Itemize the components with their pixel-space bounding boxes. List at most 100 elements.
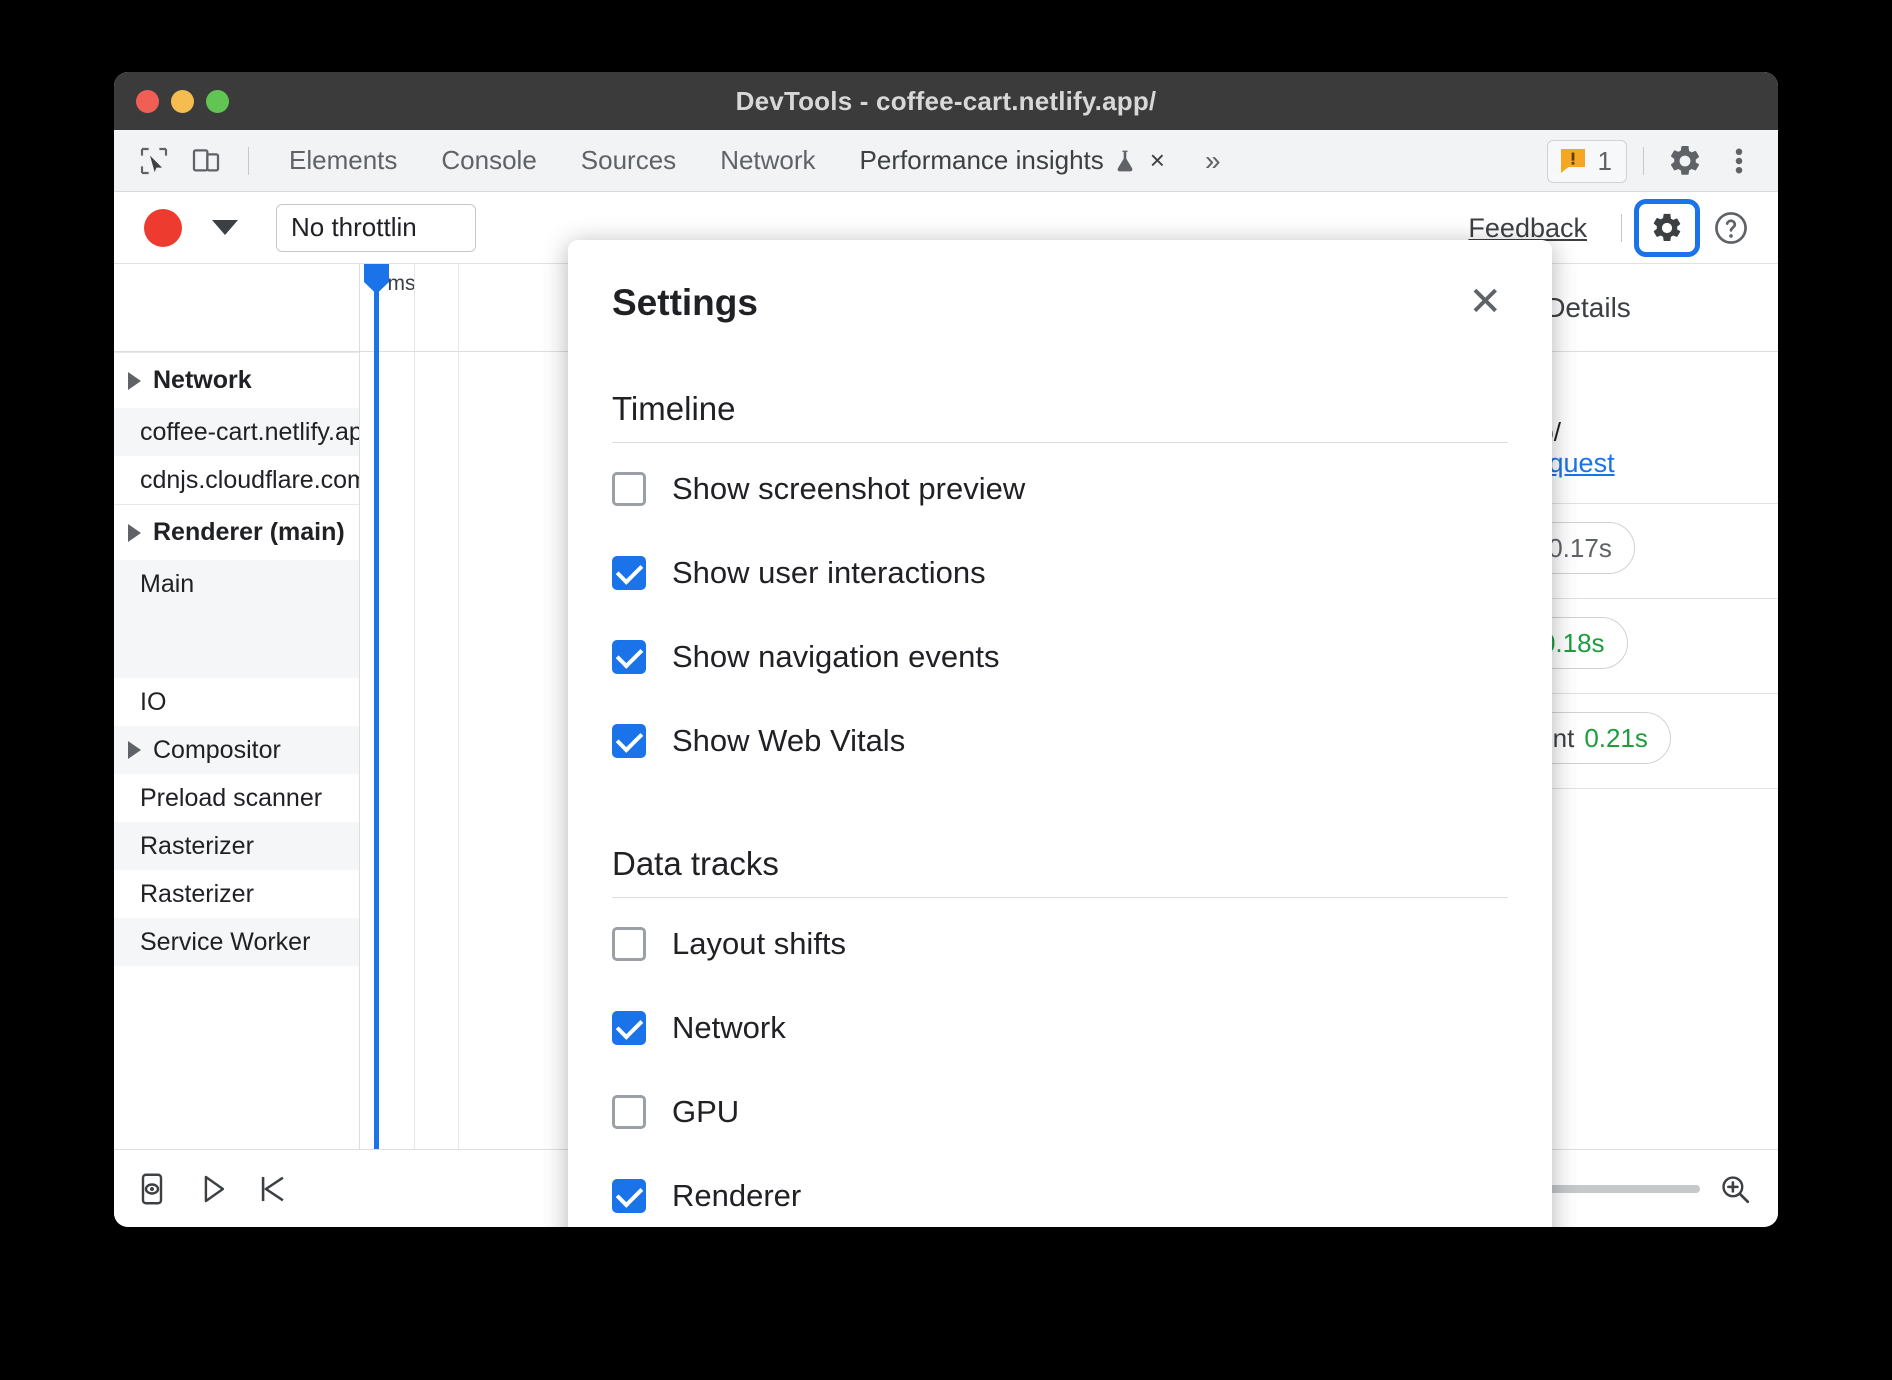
track-row-preload-scanner[interactable]: Preload scanner [114, 774, 359, 822]
settings-dialog-header: Settings ✕ [612, 240, 1508, 324]
play-icon[interactable] [196, 1172, 230, 1206]
chevron-down-icon[interactable] [212, 220, 238, 235]
feedback-link[interactable]: Feedback [1468, 213, 1587, 244]
close-window-button[interactable] [136, 90, 159, 113]
checkbox-show-navigation-events[interactable]: Show navigation events [612, 619, 1508, 695]
settings-button[interactable] [1634, 199, 1700, 257]
checkbox-label: Renderer [672, 1178, 801, 1214]
checkbox-gpu[interactable]: GPU [612, 1074, 1508, 1150]
track-row-io[interactable]: IO [114, 678, 359, 726]
tabbar-left-icons [114, 139, 261, 183]
tab-elements[interactable]: Elements [267, 130, 419, 192]
traffic-lights [136, 90, 229, 113]
maximize-window-button[interactable] [206, 90, 229, 113]
checkbox-network[interactable]: Network [612, 990, 1508, 1066]
devtools-tabbar: Elements Console Sources Network Perform… [114, 130, 1778, 192]
help-button[interactable] [1700, 199, 1762, 257]
tab-label: Console [441, 145, 536, 176]
record-button[interactable] [144, 209, 182, 247]
devtools-window: DevTools - coffee-cart.netlify.app/ Elem… [114, 72, 1778, 1227]
settings-dialog: Settings ✕ Timeline Show screenshot prev… [568, 240, 1552, 1227]
issue-warning-icon [1558, 146, 1588, 176]
minimize-window-button[interactable] [171, 90, 194, 113]
checkbox-label: Show user interactions [672, 555, 986, 591]
chevron-right-icon [128, 372, 141, 390]
checkbox-icon[interactable] [612, 1179, 646, 1213]
timeline-playhead[interactable] [374, 264, 379, 1149]
throttling-select[interactable]: No throttlin [276, 204, 476, 252]
tab-console[interactable]: Console [419, 130, 558, 192]
checkbox-show-user-interactions[interactable]: Show user interactions [612, 535, 1508, 611]
window-title: DevTools - coffee-cart.netlify.app/ [114, 86, 1778, 117]
track-row-main[interactable]: Main [114, 560, 359, 678]
checkbox-icon[interactable] [612, 1011, 646, 1045]
track-label: Preload scanner [140, 784, 322, 813]
checkbox-show-web-vitals[interactable]: Show Web Vitals [612, 703, 1508, 779]
checkbox-renderer[interactable]: Renderer [612, 1158, 1508, 1227]
track-label: cdnjs.cloudflare.com [140, 466, 359, 495]
toolbar-divider [248, 147, 249, 175]
track-label: Main [140, 570, 194, 599]
timeline-gridline [458, 264, 459, 1149]
tab-label: Performance insights [860, 145, 1104, 176]
track-group-renderer-main[interactable]: Renderer (main) [114, 504, 359, 560]
gear-icon [1650, 211, 1684, 245]
track-row-service-worker[interactable]: Service Worker [114, 918, 359, 966]
toolbar-divider-3 [1621, 214, 1622, 242]
track-label: IO [140, 688, 166, 717]
close-icon[interactable]: ✕ [1462, 282, 1508, 322]
checkbox-icon[interactable] [612, 724, 646, 758]
kebab-menu-icon[interactable] [1714, 136, 1764, 186]
track-label: Renderer (main) [153, 518, 345, 547]
chevron-right-icon [128, 741, 141, 759]
track-group-network[interactable]: Network [114, 352, 359, 408]
checkbox-icon[interactable] [612, 556, 646, 590]
help-question-icon [1712, 209, 1750, 247]
track-row-cdnjs[interactable]: cdnjs.cloudflare.com [114, 456, 359, 504]
toolbar-divider-2 [1643, 147, 1644, 175]
track-row-coffee-cart[interactable]: coffee-cart.netlify.app [114, 408, 359, 456]
checkbox-show-screenshot-preview[interactable]: Show screenshot preview [612, 451, 1508, 527]
track-tree-header [114, 264, 359, 352]
checkbox-icon[interactable] [612, 640, 646, 674]
track-row-rasterizer-2[interactable]: Rasterizer [114, 870, 359, 918]
bottom-toolbar-left [114, 1171, 290, 1207]
track-label: Rasterizer [140, 832, 254, 861]
tab-label: Network [720, 145, 815, 176]
checkbox-icon[interactable] [612, 1095, 646, 1129]
tab-performance-insights[interactable]: Performance insights × [838, 130, 1187, 192]
track-row-compositor[interactable]: Compositor [114, 726, 359, 774]
screenshot-preview-icon[interactable] [134, 1171, 170, 1207]
gear-icon[interactable] [1660, 136, 1710, 186]
tab-network[interactable]: Network [698, 130, 837, 192]
zoom-in-icon[interactable] [1718, 1172, 1752, 1206]
track-row-rasterizer-1[interactable]: Rasterizer [114, 822, 359, 870]
throttling-value: No throttlin [291, 212, 417, 243]
jump-to-start-icon[interactable] [256, 1172, 290, 1206]
checkbox-icon[interactable] [612, 472, 646, 506]
window-titlebar: DevTools - coffee-cart.netlify.app/ [114, 72, 1778, 130]
checkbox-layout-shifts[interactable]: Layout shifts [612, 906, 1508, 982]
issues-badge[interactable]: 1 [1547, 140, 1627, 183]
tab-close-icon[interactable]: × [1150, 145, 1165, 176]
checkbox-icon[interactable] [612, 927, 646, 961]
device-toolbar-icon[interactable] [184, 139, 228, 183]
track-label: Network [153, 366, 252, 395]
track-label: coffee-cart.netlify.app [140, 418, 359, 447]
track-label: Compositor [153, 736, 281, 765]
tab-list: Elements Console Sources Network Perform… [267, 130, 1239, 192]
tab-label: Sources [581, 145, 676, 176]
checkbox-label: Show Web Vitals [672, 723, 905, 759]
track-label: Rasterizer [140, 880, 254, 909]
section-title-timeline: Timeline [612, 390, 1508, 443]
track-tree: Network coffee-cart.netlify.app cdnjs.cl… [114, 264, 360, 1149]
checkbox-label: GPU [672, 1094, 739, 1130]
more-tabs-icon[interactable]: » [1187, 145, 1239, 177]
inspect-cursor-icon[interactable] [132, 139, 176, 183]
experiment-flask-icon [1114, 148, 1136, 174]
tab-label: Elements [289, 145, 397, 176]
checkbox-label: Network [672, 1010, 786, 1046]
settings-dialog-title: Settings [612, 282, 758, 324]
section-title-data-tracks: Data tracks [612, 845, 1508, 898]
tab-sources[interactable]: Sources [559, 130, 698, 192]
